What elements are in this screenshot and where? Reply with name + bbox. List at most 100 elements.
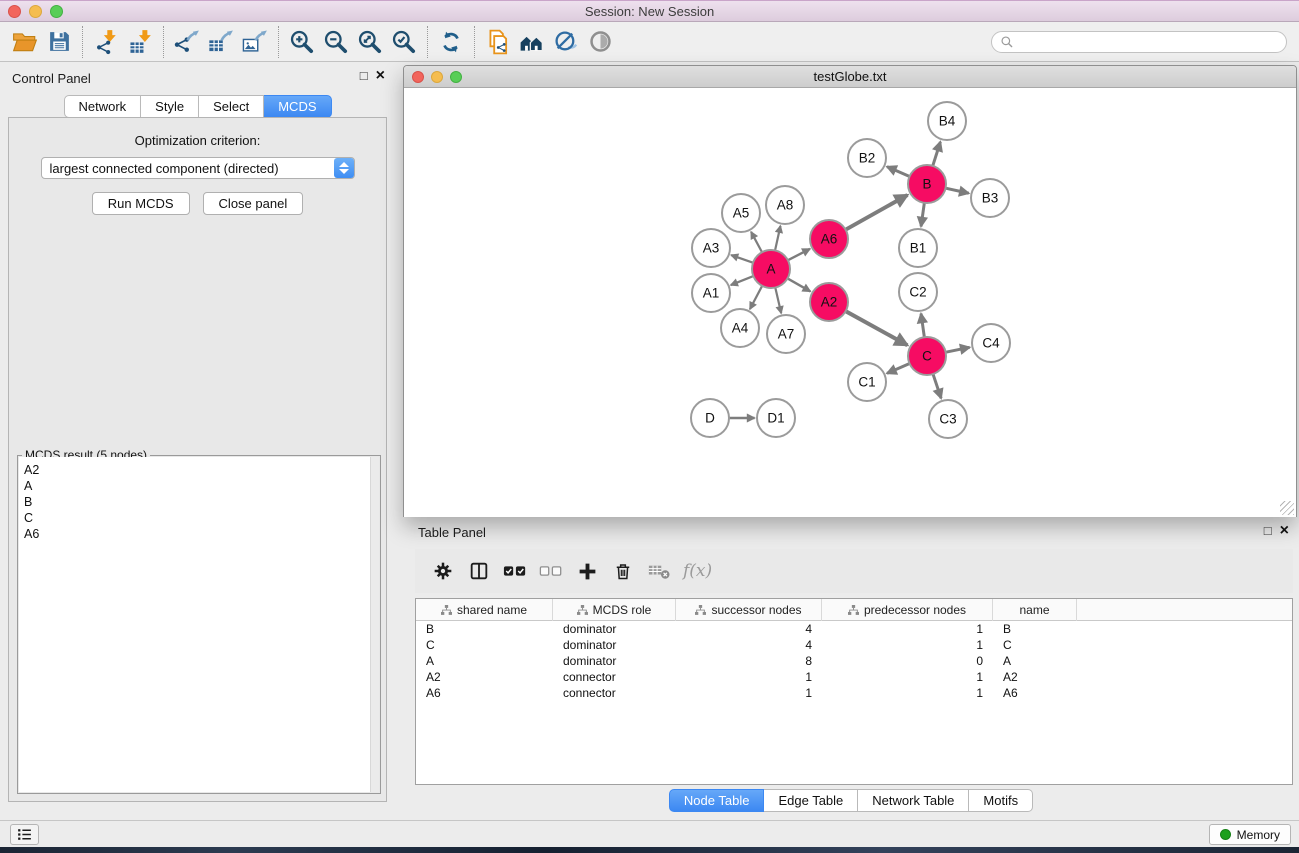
mcds-result-item[interactable]: C — [24, 510, 370, 526]
table-row[interactable]: Adominator80A — [416, 653, 1292, 669]
zoom-fit-button[interactable] — [353, 26, 387, 58]
add-column-button[interactable] — [569, 554, 605, 588]
export-table-button[interactable] — [204, 26, 238, 58]
edge-A-A4[interactable] — [750, 285, 763, 309]
table-cell: connector — [553, 670, 676, 684]
table-row[interactable]: Cdominator41C — [416, 637, 1292, 653]
table-settings-button[interactable] — [425, 554, 461, 588]
split-panel-button[interactable] — [461, 554, 497, 588]
column-header-predecessor-nodes[interactable]: predecessor nodes — [822, 599, 993, 621]
hide-graphics-details-button[interactable] — [549, 26, 583, 58]
criterion-select[interactable]: largest connected component (directed) — [41, 157, 355, 179]
select-all-button[interactable] — [497, 554, 533, 588]
table-cell: C — [993, 638, 1077, 652]
duplicate-network-button[interactable] — [481, 26, 515, 58]
mcds-result-item[interactable]: A6 — [24, 526, 370, 542]
tab-mcds[interactable]: MCDS — [264, 95, 331, 118]
delete-columns-button[interactable] — [605, 554, 641, 588]
edge-A-A3[interactable] — [731, 255, 754, 263]
table-cell: dominator — [553, 638, 676, 652]
save-session-button[interactable] — [42, 26, 76, 58]
network-window-titlebar[interactable]: testGlobe.txt — [404, 66, 1296, 88]
open-session-button[interactable] — [8, 26, 42, 58]
import-table-button[interactable] — [123, 26, 157, 58]
zoom-selected-button[interactable] — [387, 26, 421, 58]
edge-A-A6[interactable] — [787, 249, 810, 261]
edge-B-B1[interactable] — [921, 202, 924, 227]
run-mcds-button[interactable]: Run MCDS — [92, 192, 190, 215]
delete-table-button[interactable] — [641, 554, 677, 588]
edge-C-C1[interactable] — [887, 363, 910, 373]
open-folder-icon — [12, 29, 38, 55]
column-header-successor-nodes[interactable]: successor nodes — [676, 599, 822, 621]
task-history-button[interactable] — [10, 824, 39, 845]
table-cell: B — [416, 622, 553, 636]
toolbar-separator — [278, 26, 279, 58]
node-label-C1: C1 — [858, 375, 875, 390]
column-header-name[interactable]: name — [993, 599, 1077, 621]
toolbar-separator — [427, 26, 428, 58]
tab-select[interactable]: Select — [199, 95, 264, 118]
search-field[interactable] — [991, 31, 1287, 53]
tab-style[interactable]: Style — [141, 95, 199, 118]
export-network-button[interactable] — [170, 26, 204, 58]
tab-node-table[interactable]: Node Table — [669, 789, 765, 812]
edge-A-A8[interactable] — [775, 226, 781, 252]
close-table-panel-icon[interactable]: × — [1280, 524, 1289, 538]
column-header-MCDS-role[interactable]: MCDS role — [553, 599, 676, 621]
edge-B-B4[interactable] — [932, 142, 940, 167]
float-table-panel-icon[interactable]: □ — [1264, 524, 1272, 538]
home-icon — [519, 29, 545, 55]
mcds-result-item[interactable]: B — [24, 494, 370, 510]
window-resize-grip[interactable] — [1280, 501, 1294, 515]
edge-A6-B[interactable] — [845, 195, 908, 230]
edge-C-C3[interactable] — [933, 373, 941, 398]
list-icon — [16, 826, 33, 843]
close-panel-button[interactable]: Close panel — [203, 192, 304, 215]
tab-motifs[interactable]: Motifs — [969, 789, 1033, 812]
zoom-in-button[interactable] — [285, 26, 319, 58]
save-icon — [47, 29, 72, 54]
mcds-result-item[interactable]: A — [24, 478, 370, 494]
table-row[interactable]: A2connector11A2 — [416, 669, 1292, 685]
export-image-button[interactable] — [238, 26, 272, 58]
column-header-shared-name[interactable]: shared name — [416, 599, 553, 621]
result-scrollbar[interactable] — [370, 457, 379, 792]
edge-C-C2[interactable] — [921, 314, 924, 339]
edge-A-A7[interactable] — [775, 287, 781, 314]
zoom-out-button[interactable] — [319, 26, 353, 58]
node-label-D1: D1 — [767, 411, 784, 426]
network-canvas[interactable]: B4B2BB3A8A5A6A3B1AA1C2A2A4A7C4CC1C3DD1 — [404, 88, 1296, 517]
session-title: Session: New Session — [0, 4, 1299, 19]
tab-network[interactable]: Network — [63, 95, 141, 118]
edge-C-C4[interactable] — [945, 347, 970, 352]
tab-edge-table[interactable]: Edge Table — [764, 789, 858, 812]
show-graphics-details-button[interactable] — [583, 26, 617, 58]
refresh-button[interactable] — [434, 26, 468, 58]
tab-network-table[interactable]: Network Table — [858, 789, 969, 812]
edge-A2-C[interactable] — [845, 311, 908, 346]
zoom-selected-icon — [391, 29, 417, 55]
edge-A-A2[interactable] — [787, 278, 811, 291]
deselect-all-button[interactable] — [533, 554, 569, 588]
close-panel-icon[interactable]: × — [376, 69, 385, 83]
search-input[interactable] — [1019, 35, 1278, 49]
edge-B-B3[interactable] — [945, 188, 969, 193]
app-titlebar: Session: New Session — [0, 0, 1299, 22]
node-table[interactable]: shared nameMCDS rolesuccessor nodesprede… — [415, 598, 1293, 785]
memory-button[interactable]: Memory — [1209, 824, 1291, 845]
home-button[interactable] — [515, 26, 549, 58]
function-builder-button[interactable]: f(x) — [677, 554, 712, 588]
table-row[interactable]: Bdominator41B — [416, 621, 1292, 637]
edge-B-B2[interactable] — [887, 167, 910, 177]
edge-A-A5[interactable] — [751, 232, 762, 253]
table-cell: 8 — [676, 654, 822, 668]
import-network-button[interactable] — [89, 26, 123, 58]
node-label-B: B — [922, 177, 931, 192]
float-panel-icon[interactable]: □ — [360, 69, 368, 83]
mcds-result-item[interactable]: A2 — [24, 462, 370, 478]
network-graph[interactable]: B4B2BB3A8A5A6A3B1AA1C2A2A4A7C4CC1C3DD1 — [404, 88, 1296, 517]
edge-A-A1[interactable] — [731, 276, 754, 285]
table-header-row: shared nameMCDS rolesuccessor nodesprede… — [416, 599, 1292, 621]
table-row[interactable]: A6connector11A6 — [416, 685, 1292, 701]
